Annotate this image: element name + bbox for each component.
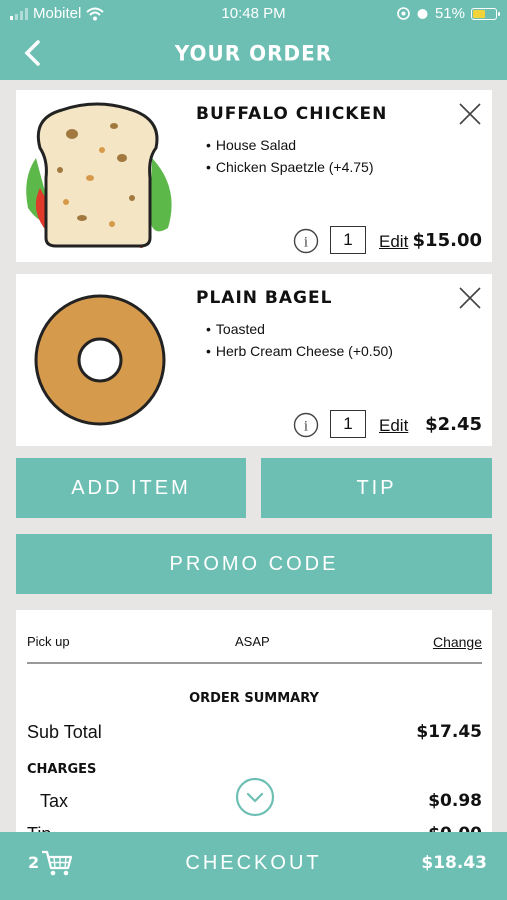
item-modifiers: House Salad Chicken Spaetzle (+4.75) xyxy=(206,134,374,178)
modifier: Toasted xyxy=(206,318,393,340)
checkout-bar[interactable]: 2 CHECKOUT $18.43 xyxy=(0,832,507,900)
order-item-card: PLAIN BAGEL Toasted Herb Cream Cheese (+… xyxy=(16,274,492,446)
chevron-down-icon[interactable] xyxy=(235,777,275,817)
quantity-field[interactable]: 1 xyxy=(330,410,366,438)
edit-item-link[interactable]: Edit xyxy=(379,416,408,436)
tax-value: $0.98 xyxy=(428,791,482,811)
svg-text:i: i xyxy=(304,235,308,251)
order-summary-card: Pick up ASAP Change ORDER SUMMARY Sub To… xyxy=(16,610,492,840)
item-modifiers: Toasted Herb Cream Cheese (+0.50) xyxy=(206,318,393,362)
edit-item-link[interactable]: Edit xyxy=(379,232,408,252)
svg-text:i: i xyxy=(304,419,308,435)
order-item-card: BUFFALO CHICKEN House Salad Chicken Spae… xyxy=(16,90,492,262)
close-icon[interactable] xyxy=(458,286,482,310)
close-icon[interactable] xyxy=(458,102,482,126)
charges-label: CHARGES xyxy=(27,762,97,777)
status-bar: Mobitel 10:48 PM 51% xyxy=(0,0,507,28)
pickup-time: ASAP xyxy=(235,634,270,649)
subtotal-label: Sub Total xyxy=(27,722,102,742)
tip-button[interactable]: TIP xyxy=(261,458,492,518)
sandwich-icon xyxy=(26,102,172,248)
pickup-label: Pick up xyxy=(27,634,70,649)
item-name: BUFFALO CHICKEN xyxy=(196,104,388,124)
pickup-row: Pick up ASAP Change xyxy=(27,634,482,650)
subtotal-value: $17.45 xyxy=(416,722,482,742)
status-right: 51% xyxy=(397,5,500,22)
battery-percent: 51% xyxy=(434,5,465,22)
tax-label: Tax xyxy=(40,791,69,811)
promo-code-button[interactable]: PROMO CODE xyxy=(16,534,492,594)
nav-bar: YOUR ORDER xyxy=(0,28,507,80)
quantity-field[interactable]: 1 xyxy=(330,226,366,254)
orientation-lock-icon xyxy=(397,7,410,20)
modifier: Chicken Spaetzle (+4.75) xyxy=(206,156,374,178)
divider xyxy=(27,662,482,664)
modifier: Herb Cream Cheese (+0.50) xyxy=(206,340,393,362)
bagel-icon xyxy=(34,294,166,426)
item-price: $15.00 xyxy=(412,230,482,251)
change-pickup-link[interactable]: Change xyxy=(433,634,482,650)
order-total: $18.43 xyxy=(421,853,487,873)
modifier: House Salad xyxy=(206,134,374,156)
page-title: YOUR ORDER xyxy=(174,40,333,66)
info-icon[interactable]: i xyxy=(293,412,319,438)
item-name: PLAIN BAGEL xyxy=(196,288,333,308)
order-summary-title: ORDER SUMMARY xyxy=(189,691,319,706)
alarm-icon xyxy=(417,9,428,19)
item-price: $2.45 xyxy=(425,414,482,435)
add-item-button[interactable]: ADD ITEM xyxy=(16,458,246,518)
battery-icon xyxy=(471,7,500,20)
info-icon[interactable]: i xyxy=(293,228,319,254)
